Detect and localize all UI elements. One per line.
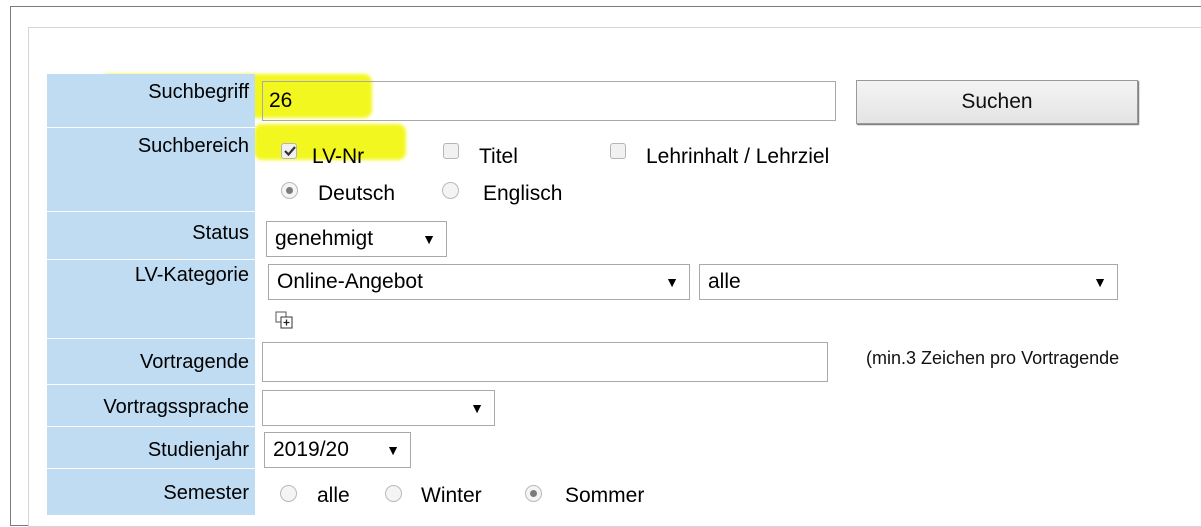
- lv-kategorie-value: Online-Angebot: [277, 270, 423, 293]
- vortragende-hint: (min.3 Zeichen pro Vortragende: [866, 348, 1120, 368]
- status-select[interactable]: genehmigt ▼: [266, 221, 447, 257]
- lehrinhalt-label: Lehrinhalt / Lehrziel: [646, 145, 830, 168]
- triangle-down-icon: ▼: [470, 400, 484, 416]
- deutsch-label: Deutsch: [318, 182, 396, 205]
- triangle-down-icon: ▼: [665, 274, 679, 290]
- titel-checkbox[interactable]: [443, 143, 459, 159]
- label-lv-kategorie: LV-Kategorie: [47, 260, 255, 339]
- suchbegriff-input[interactable]: [262, 81, 836, 121]
- check-icon: [284, 146, 296, 157]
- label-studienjahr: Studienjahr: [47, 427, 255, 469]
- lv-kategorie-sub-value: alle: [708, 270, 741, 293]
- englisch-label: Englisch: [483, 182, 563, 205]
- lv-kategorie-sub-select[interactable]: alle ▼: [699, 264, 1118, 300]
- semester-winter-label: Winter: [421, 484, 482, 507]
- studienjahr-select[interactable]: 2019/20 ▼: [264, 432, 411, 468]
- deutsch-radio[interactable]: [281, 182, 298, 199]
- triangle-down-icon: ▼: [422, 231, 436, 247]
- plus-box-icon[interactable]: [275, 311, 294, 330]
- semester-sommer-radio[interactable]: [525, 485, 542, 502]
- englisch-radio[interactable]: [442, 182, 459, 199]
- label-vortragende: Vortragende: [47, 339, 255, 385]
- status-value: genehmigt: [275, 227, 374, 250]
- semester-sommer-label: Sommer: [565, 484, 645, 507]
- label-suchbegriff: Suchbegriff: [47, 74, 255, 128]
- triangle-down-icon: ▼: [1093, 274, 1107, 290]
- semester-alle-label: alle: [317, 484, 350, 507]
- triangle-down-icon: ▼: [386, 442, 400, 458]
- titel-label: Titel: [479, 145, 518, 168]
- lv-kategorie-select[interactable]: Online-Angebot ▼: [268, 264, 690, 300]
- semester-winter-radio[interactable]: [385, 485, 402, 502]
- search-button[interactable]: Suchen: [856, 80, 1138, 124]
- lehrinhalt-checkbox[interactable]: [610, 143, 626, 159]
- label-status: Status: [47, 212, 255, 260]
- label-semester: Semester: [47, 469, 255, 516]
- lvnr-checkbox[interactable]: [281, 143, 297, 159]
- studienjahr-value: 2019/20: [273, 438, 349, 461]
- lvnr-label: LV-Nr: [312, 145, 365, 168]
- label-vortragssprache: Vortragssprache: [47, 385, 255, 427]
- vortragende-input[interactable]: [262, 342, 828, 382]
- semester-alle-radio[interactable]: [280, 485, 297, 502]
- label-suchbereich: Suchbereich: [47, 128, 255, 212]
- vortragssprache-select[interactable]: ▼: [262, 390, 495, 426]
